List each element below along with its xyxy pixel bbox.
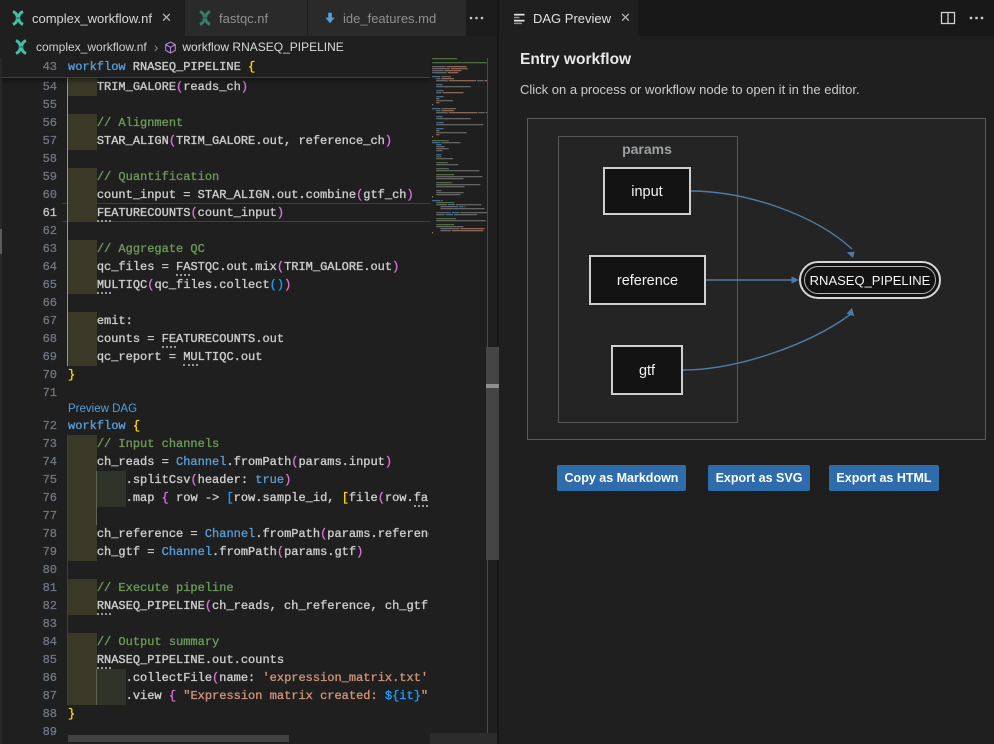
svg-text:params: params	[622, 141, 672, 157]
svg-text:RNASEQ_PIPELINE: RNASEQ_PIPELINE	[810, 273, 931, 288]
svg-text:input: input	[631, 184, 662, 200]
svg-text:reference: reference	[617, 273, 678, 289]
svg-text:gtf: gtf	[639, 363, 656, 379]
